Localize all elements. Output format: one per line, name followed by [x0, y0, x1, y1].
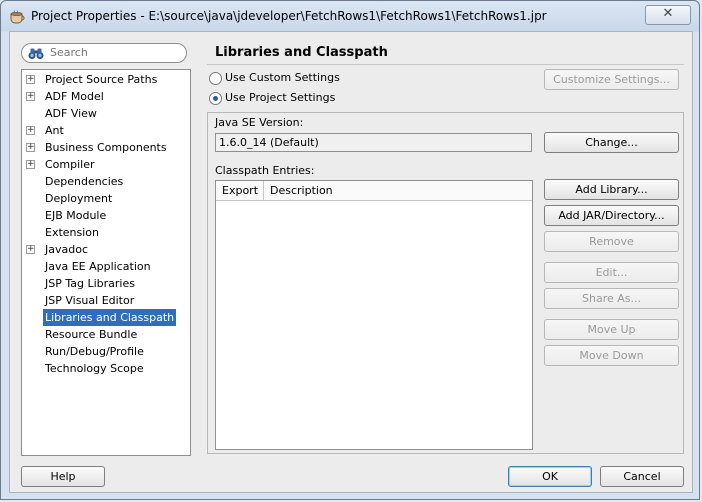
cancel-button[interactable]: Cancel [600, 466, 684, 487]
radio-label: Use Custom Settings [225, 71, 340, 84]
search-input[interactable] [50, 45, 180, 60]
expand-plus-icon[interactable]: + [26, 92, 35, 101]
change-button[interactable]: Change... [544, 132, 679, 153]
tree-item-label: Compiler [45, 158, 95, 171]
binoculars-icon [28, 48, 44, 59]
add-jar-directory-button[interactable]: Add JAR/Directory... [544, 205, 679, 226]
tree-item-label: Ant [45, 124, 64, 137]
expand-plus-icon[interactable]: + [26, 75, 35, 84]
move-down-button[interactable]: Move Down [544, 345, 679, 366]
column-header-description[interactable]: Description [264, 181, 333, 200]
tree-item-label: Project Source Paths [45, 73, 158, 86]
tree-item[interactable]: Libraries and Classpath [22, 309, 190, 326]
tree-item[interactable]: Dependencies [22, 173, 190, 190]
java-se-version-label: Java SE Version: [215, 116, 304, 129]
move-up-button[interactable]: Move Up [544, 319, 679, 340]
tree-item-label: Java EE Application [45, 260, 151, 273]
expand-plus-icon[interactable]: + [26, 245, 35, 254]
panel-title: Libraries and Classpath [215, 45, 388, 60]
tree-item[interactable]: + Javadoc [22, 241, 190, 258]
remove-button[interactable]: Remove [544, 231, 679, 252]
expand-plus-icon[interactable]: + [26, 126, 35, 135]
close-button[interactable]: ✕ [645, 5, 691, 25]
tree-item-label: JSP Visual Editor [45, 294, 135, 307]
tree-item-label: Dependencies [45, 175, 124, 188]
dialog-body: + Project Source Paths + ADF Model ADF View +… [9, 31, 693, 493]
add-library-button[interactable]: Add Library... [544, 179, 679, 200]
classpath-entries-label: Classpath Entries: [215, 164, 315, 177]
tree-item-label: Resource Bundle [45, 328, 138, 341]
tree-item[interactable]: ADF View [22, 105, 190, 122]
table-header: Export Description [216, 181, 532, 201]
title-separator [207, 64, 684, 65]
tree-item-label: EJB Module [45, 209, 107, 222]
window-title: Project Properties - E:\source\java\jdev… [31, 9, 547, 23]
tree-item-label: Extension [45, 226, 100, 239]
radio-selected-icon [209, 92, 222, 105]
tree-item-label: ADF Model [45, 90, 104, 103]
tree-item[interactable]: + Compiler [22, 156, 190, 173]
customize-settings-button[interactable]: Customize Settings... [544, 69, 679, 90]
tree-item[interactable]: + Ant [22, 122, 190, 139]
tree-item[interactable]: EJB Module [22, 207, 190, 224]
tree-item-label: Javadoc [45, 243, 88, 256]
tree-item-label: Run/Debug/Profile [45, 345, 144, 358]
tree-item-label: Technology Scope [45, 362, 144, 375]
column-header-export[interactable]: Export [216, 181, 264, 200]
tree-item[interactable]: Java EE Application [22, 258, 190, 275]
tree-item-label: Deployment [45, 192, 113, 205]
edit-button[interactable]: Edit... [544, 262, 679, 283]
tree-item[interactable]: + ADF Model [22, 88, 190, 105]
tree-item-label: ADF View [45, 107, 97, 120]
expand-plus-icon[interactable]: + [26, 160, 35, 169]
tree-item[interactable]: Extension [22, 224, 190, 241]
classpath-table[interactable]: Export Description [215, 180, 533, 450]
expand-plus-icon[interactable]: + [26, 143, 35, 152]
tree-item[interactable]: JSP Visual Editor [22, 292, 190, 309]
tree-item[interactable]: Resource Bundle [22, 326, 190, 343]
title-bar: Project Properties - E:\source\java\jdev… [1, 1, 699, 31]
share-as-button[interactable]: Share As... [544, 288, 679, 309]
radio-unselected-icon [209, 72, 222, 85]
tree-item-label: Libraries and Classpath [43, 309, 177, 326]
java-se-version-field: 1.6.0_14 (Default) [215, 133, 532, 152]
category-tree: + Project Source Paths + ADF Model ADF View +… [21, 69, 191, 456]
search-box[interactable] [21, 43, 187, 63]
tree-item[interactable]: Run/Debug/Profile [22, 343, 190, 360]
tree-item[interactable]: Technology Scope [22, 360, 190, 377]
tree-item-label: Business Components [45, 141, 167, 154]
coffee-cup-icon [9, 10, 25, 24]
close-icon: ✕ [662, 6, 674, 21]
tree-item-label: JSP Tag Libraries [45, 277, 135, 290]
tree-item[interactable]: + Project Source Paths [22, 71, 190, 88]
tree-item[interactable]: Deployment [22, 190, 190, 207]
tree-item[interactable]: + Business Components [22, 139, 190, 156]
ok-button[interactable]: OK [508, 466, 592, 487]
radio-label: Use Project Settings [225, 91, 336, 104]
help-button[interactable]: Help [21, 466, 105, 487]
tree-item[interactable]: JSP Tag Libraries [22, 275, 190, 292]
dialog-window: Project Properties - E:\source\java\jdev… [0, 0, 700, 500]
